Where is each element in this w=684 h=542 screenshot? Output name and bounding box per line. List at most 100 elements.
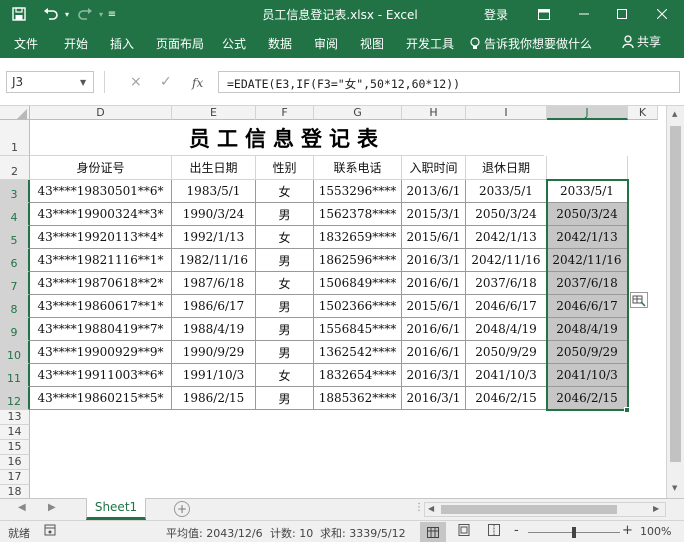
redo-dropdown-icon[interactable]: ▾ [96, 0, 106, 28]
redo-icon[interactable] [74, 0, 96, 28]
cell-h12[interactable]: 2016/3/1 [402, 387, 466, 410]
cell-f4[interactable]: 男 [256, 203, 314, 226]
cell-g4[interactable]: 1562378**** [314, 203, 402, 226]
row-header-14[interactable]: 14 [0, 425, 30, 440]
tab-data[interactable]: 数据 [268, 35, 292, 52]
cell-g12[interactable]: 1885362**** [314, 387, 402, 410]
cancel-icon[interactable]: × [130, 74, 142, 90]
maximize-icon[interactable] [608, 0, 636, 28]
cell-d10[interactable]: 43****19900929**9* [30, 341, 172, 364]
cell-j9[interactable]: 2048/4/19 [547, 318, 628, 341]
sheet-tab-sheet1[interactable]: Sheet1 [86, 498, 146, 520]
cell-i11[interactable]: 2041/10/3 [466, 364, 547, 387]
cell-i3[interactable]: 2033/5/1 [466, 180, 547, 203]
cell-d11[interactable]: 43****19911003**6* [30, 364, 172, 387]
row-header-3[interactable]: 3 [0, 180, 30, 203]
column-header-d[interactable]: D [30, 106, 172, 120]
cell-e4[interactable]: 1990/3/24 [172, 203, 256, 226]
scroll-right-icon[interactable]: ▶ [653, 504, 659, 513]
cell-g9[interactable]: 1556845**** [314, 318, 402, 341]
share-button[interactable]: 共享 [622, 33, 661, 50]
cell-h7[interactable]: 2016/6/1 [402, 272, 466, 295]
cell-h4[interactable]: 2015/3/1 [402, 203, 466, 226]
row-header-5[interactable]: 5 [0, 226, 30, 249]
row-header-10[interactable]: 10 [0, 341, 30, 364]
cell-f3[interactable]: 女 [256, 180, 314, 203]
macro-record-icon[interactable] [44, 524, 56, 539]
row-header-16[interactable]: 16 [0, 455, 30, 470]
scroll-down-icon[interactable]: ▼ [672, 484, 677, 492]
cell-e3[interactable]: 1983/5/1 [172, 180, 256, 203]
header-cell-g[interactable]: 联系电话 [314, 156, 402, 180]
customize-toolbar-icon[interactable]: ≡ [106, 0, 118, 28]
cell-h10[interactable]: 2016/6/1 [402, 341, 466, 364]
row-header-11[interactable]: 11 [0, 364, 30, 387]
tab-insert[interactable]: 插入 [110, 35, 134, 52]
signin-button[interactable]: 登录 [478, 0, 514, 28]
tab-home[interactable]: 开始 [64, 35, 88, 52]
cell-i9[interactable]: 2048/4/19 [466, 318, 547, 341]
close-icon[interactable] [648, 0, 676, 28]
row-header-9[interactable]: 9 [0, 318, 30, 341]
tab-file[interactable]: 文件 [14, 35, 38, 52]
cell-h6[interactable]: 2016/3/1 [402, 249, 466, 272]
minimize-icon[interactable] [570, 0, 598, 28]
row-header-7[interactable]: 7 [0, 272, 30, 295]
zoom-level[interactable]: 100% [640, 525, 671, 538]
cell-g8[interactable]: 1502366**** [314, 295, 402, 318]
cell-f10[interactable]: 男 [256, 341, 314, 364]
sheet-prev-icon[interactable]: ◀ [18, 502, 26, 513]
cell-f5[interactable]: 女 [256, 226, 314, 249]
cell-j12[interactable]: 2046/2/15 [547, 387, 628, 410]
cell-g3[interactable]: 1553296**** [314, 180, 402, 203]
row-header-8[interactable]: 8 [0, 295, 30, 318]
column-header-e[interactable]: E [172, 106, 256, 120]
save-icon[interactable] [8, 0, 30, 28]
row-header-4[interactable]: 4 [0, 203, 30, 226]
cell-j5[interactable]: 2042/1/13 [547, 226, 628, 249]
cell-d9[interactable]: 43****19880419**7* [30, 318, 172, 341]
cell-j4[interactable]: 2050/3/24 [547, 203, 628, 226]
row-header-18[interactable]: 18 [0, 485, 30, 498]
row-header-13[interactable]: 13 [0, 410, 30, 425]
add-sheet-button[interactable]: + [174, 501, 190, 517]
cell-i4[interactable]: 2050/3/24 [466, 203, 547, 226]
cell-j6[interactable]: 2042/11/16 [547, 249, 628, 272]
tab-review[interactable]: 审阅 [314, 35, 338, 52]
cell-e9[interactable]: 1988/4/19 [172, 318, 256, 341]
fill-handle[interactable] [624, 407, 630, 413]
cell-f12[interactable]: 男 [256, 387, 314, 410]
vertical-scrollbar[interactable]: ▲ ▼ [666, 106, 684, 498]
zoom-slider-thumb[interactable] [572, 527, 576, 538]
cell-g5[interactable]: 1832659**** [314, 226, 402, 249]
column-header-f[interactable]: F [256, 106, 314, 120]
cell-i7[interactable]: 2037/6/18 [466, 272, 547, 295]
header-cell-d[interactable]: 身份证号 [30, 156, 172, 180]
enter-icon[interactable]: ✓ [160, 74, 172, 90]
row-header-17[interactable]: 17 [0, 470, 30, 485]
name-box-dropdown-icon[interactable]: ▼ [80, 78, 86, 87]
cell-j7[interactable]: 2037/6/18 [547, 272, 628, 295]
cell-d5[interactable]: 43****19920113**4* [30, 226, 172, 249]
cell-e5[interactable]: 1992/1/13 [172, 226, 256, 249]
cell-j3[interactable]: 2033/5/1 [547, 180, 628, 203]
cell-j10[interactable]: 2050/9/29 [547, 341, 628, 364]
cell-i6[interactable]: 2042/11/16 [466, 249, 547, 272]
cell-h8[interactable]: 2015/6/1 [402, 295, 466, 318]
zoom-out-button[interactable]: - [514, 523, 519, 538]
cell-f11[interactable]: 女 [256, 364, 314, 387]
cell-i8[interactable]: 2046/6/17 [466, 295, 547, 318]
cell-e11[interactable]: 1991/10/3 [172, 364, 256, 387]
cell-h9[interactable]: 2016/6/1 [402, 318, 466, 341]
cell-g7[interactable]: 1506849**** [314, 272, 402, 295]
cell-g10[interactable]: 1362542**** [314, 341, 402, 364]
page-layout-view-icon[interactable] [458, 524, 470, 539]
column-header-g[interactable]: G [314, 106, 402, 120]
cell-g6[interactable]: 1862596**** [314, 249, 402, 272]
header-cell-i[interactable]: 退休日期 [466, 156, 547, 180]
cell-h11[interactable]: 2016/3/1 [402, 364, 466, 387]
undo-dropdown-icon[interactable]: ▾ [62, 0, 72, 28]
header-cell-e[interactable]: 出生日期 [172, 156, 256, 180]
column-header-h[interactable]: H [402, 106, 466, 120]
cell-j11[interactable]: 2041/10/3 [547, 364, 628, 387]
